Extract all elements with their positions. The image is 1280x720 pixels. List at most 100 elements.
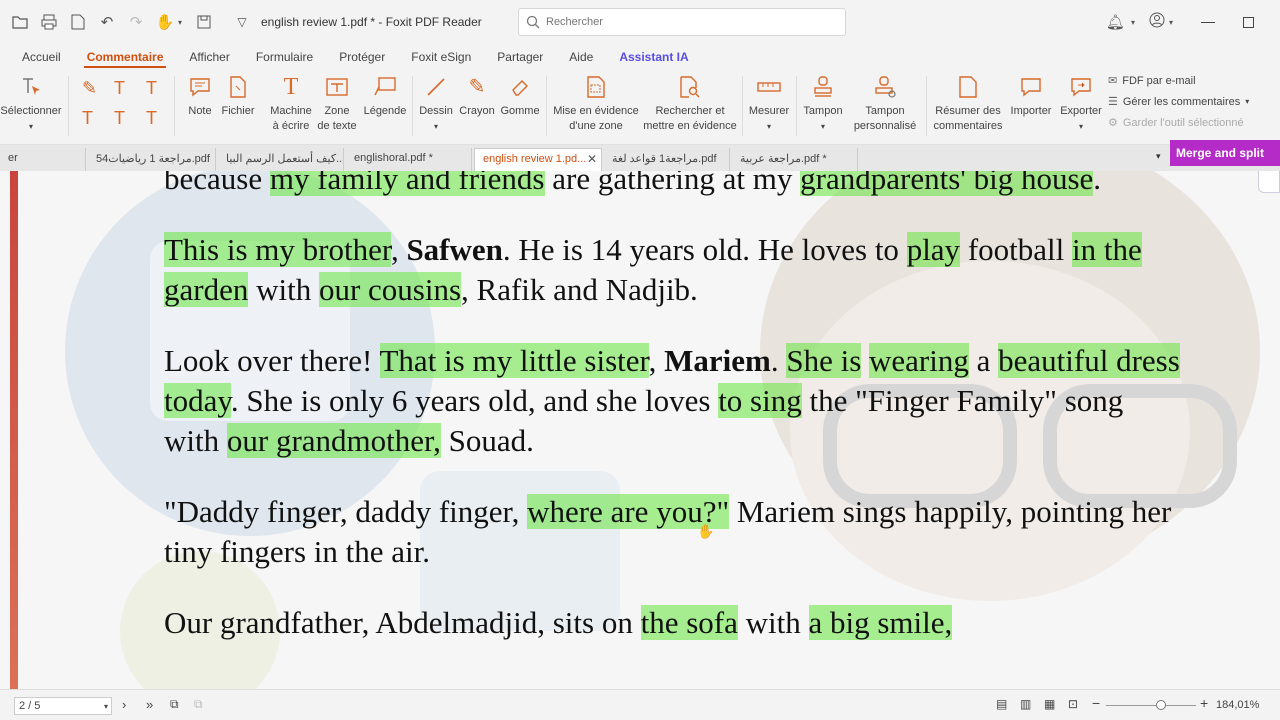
text-run: because [164,171,270,196]
replace-text-icon[interactable]: T [114,108,125,129]
merge-split-button[interactable]: Merge and split PDFs [1170,140,1280,186]
chevron-down-icon[interactable]: ▾ [1169,18,1173,27]
summarize-comments-button[interactable]: Résumer des commentaires [930,70,1006,145]
paragraph: "Daddy finger, daddy finger, where are y… [164,492,1184,572]
file-attachment-button[interactable]: Fichier [220,70,256,145]
ribbon-separator [546,76,547,136]
note-label: Note [188,105,212,117]
quick-access-menu-icon[interactable]: ▽ [233,13,251,31]
text-run: . She is only 6 years old, and she loves [230,383,719,418]
stamp-icon [813,70,833,104]
highlighted-text: play [906,232,961,267]
search-box[interactable] [518,8,846,36]
doc-tab[interactable]: 54مراجعة 1 رياضيات.pdf [88,148,216,171]
notification-bell-icon[interactable]: 🔔︎ [1106,13,1125,31]
zoom-in-icon[interactable]: + [1200,695,1208,711]
callout-button[interactable]: Légende [362,70,408,145]
last-page-icon[interactable]: » [146,697,153,712]
pdf-page-text: because my family and friends are gather… [164,171,1184,674]
typewriter-button[interactable]: T Machine à écrire [264,70,318,145]
pencil-button[interactable]: ✎ Crayon [458,70,496,145]
drawing-label: Dessin [419,105,453,117]
insert-text-icon[interactable]: T [146,108,157,129]
squiggly-text-icon[interactable]: T [82,108,93,129]
stamp-button[interactable]: Tampon ▾ [800,70,846,145]
document-tabs: er 54مراجعة 1 رياضيات.pdf كيف أستعمل الر… [0,145,1280,171]
paragraph: Look over there! That is my little siste… [164,341,1184,461]
minimize-icon[interactable] [1201,21,1215,23]
summarize-icon [959,70,977,104]
page-number-value: 2 / 5 [19,700,41,712]
tab-foxit-esign[interactable]: Foxit eSign [398,44,484,70]
eraser-button[interactable]: Gomme [498,70,542,145]
document-view[interactable]: because my family and friends are gather… [0,171,1280,689]
previous-view-icon[interactable]: ⧉ [170,697,179,712]
measure-button[interactable]: Mesurer ▾ [746,70,792,145]
tab-commentaire[interactable]: Commentaire [74,44,177,70]
tab-assistant-ia[interactable]: Assistant IA [606,44,701,70]
custom-stamp-button[interactable]: Tampon personnalisé [848,70,922,145]
doc-tab[interactable]: englishoral.pdf * [346,148,472,171]
ai-assistant-side-icon[interactable] [1258,171,1280,193]
search-highlight-icon [680,70,700,104]
textbox-button[interactable]: Zone de texte [314,70,360,145]
open-folder-icon[interactable] [11,13,29,31]
export-button[interactable]: Exporter ▾ [1058,70,1104,145]
paragraph: Our grandfather, Abdelmadjid, sits on th… [164,603,1184,643]
doc-tab-active[interactable]: english review 1.pd... ✕ [474,148,602,171]
tab-afficher[interactable]: Afficher [176,44,242,70]
chevron-down-icon[interactable]: ▾ [104,699,108,715]
area-highlight-label-2: d'une zone [569,120,623,132]
doc-tab[interactable]: مراجعة عربية.pdf * [732,148,858,171]
note-button[interactable]: Note [182,70,218,145]
textbox-label-1: Zone [324,105,350,117]
search-icon [526,15,540,29]
import-button[interactable]: Importer [1008,70,1054,145]
continuous-view-icon[interactable]: ▥ [1020,697,1031,711]
select-tool-button[interactable]: Sélectionner ▾ [0,70,62,145]
single-page-view-icon[interactable]: ▤ [996,697,1007,711]
hand-tool-icon[interactable]: ✋ [156,13,175,31]
undo-icon[interactable]: ↶ [98,13,116,31]
close-icon[interactable]: ✕ [587,152,597,166]
chevron-down-icon[interactable]: ▾ [1131,18,1135,27]
zoom-slider[interactable] [1106,700,1196,710]
typewriter-label-2: à écrire [272,120,310,132]
zoom-level[interactable]: 184,01% [1216,699,1259,711]
tab-list-chevron-icon[interactable]: ▾ [1156,151,1161,162]
drawing-button[interactable]: Dessin ▾ [418,70,454,145]
zoom-out-icon[interactable]: − [1092,695,1100,711]
search-highlight-label-1: Rechercher et [655,105,725,117]
tab-proteger[interactable]: Protéger [326,44,398,70]
area-highlight-button[interactable]: Mise en évidence d'une zone [550,70,642,145]
account-icon[interactable] [1149,12,1165,32]
maximize-icon[interactable] [1243,16,1254,28]
underline-text-icon[interactable]: T [114,78,125,99]
page-number-field[interactable]: 2 / 5 ▾ [14,697,112,715]
strikeout-text-icon[interactable]: T [146,78,157,99]
fdf-email-button[interactable]: ✉ FDF par e-mail [1108,74,1196,88]
search-input[interactable] [546,16,826,28]
bold-name: Safwen [406,232,503,267]
facing-view-icon[interactable]: ▦ [1044,697,1055,711]
save-as-icon[interactable] [69,13,87,31]
highlight-text-icon[interactable]: ✎ [82,78,97,99]
chevron-down-icon[interactable]: ▾ [176,13,184,31]
tab-partager[interactable]: Partager [484,44,556,70]
doc-tab[interactable]: كيف أستعمل الرسم البيا... [218,148,344,171]
tab-accueil[interactable]: Accueil [0,44,74,70]
next-page-icon[interactable]: › [122,697,126,712]
zoom-slider-thumb[interactable] [1156,700,1166,710]
ribbon-separator [742,76,743,136]
search-highlight-button[interactable]: Rechercher et mettre en évidence [640,70,740,145]
manage-comments-button[interactable]: ☰ Gérer les commentaires ▾ [1108,95,1249,109]
save-icon[interactable] [195,13,213,31]
doc-tab[interactable]: er [0,148,86,171]
fit-page-icon[interactable]: ⊡ [1068,697,1078,711]
tab-formulaire[interactable]: Formulaire [243,44,326,70]
tab-aide[interactable]: Aide [556,44,606,70]
doc-tab[interactable]: مراجعة1 قواعد لغة.pdf [604,148,730,171]
print-icon[interactable] [40,13,58,31]
next-view-icon: ⧉ [194,697,203,711]
text-run: . [770,343,787,378]
